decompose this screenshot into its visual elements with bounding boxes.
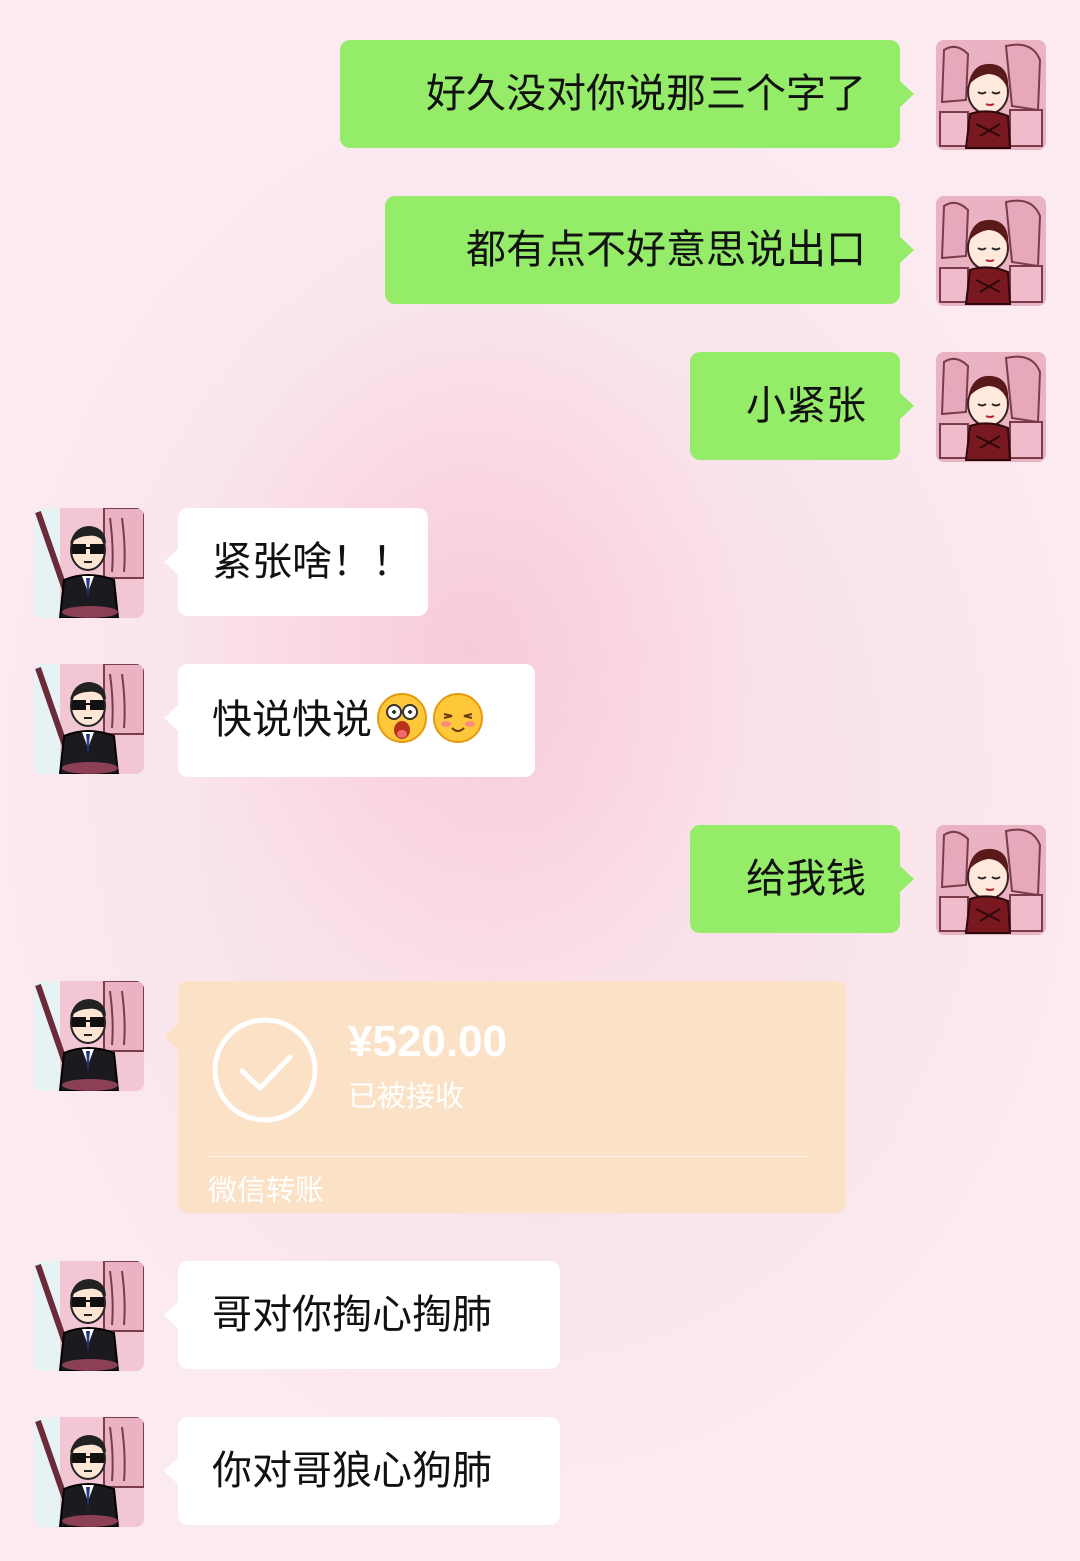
message-bubble-9[interactable]: 你对哥狼心狗肺: [164, 1417, 560, 1525]
message-text: 快说快说: [212, 697, 372, 743]
check-circle-icon: [212, 1017, 318, 1123]
contact-avatar[interactable]: [34, 508, 144, 618]
transfer-status: 已被接收: [348, 1079, 465, 1113]
my-avatar[interactable]: [936, 40, 1046, 150]
divider: [210, 1156, 810, 1157]
transfer-card[interactable]: ¥520.00 已被接收 微信转账: [164, 981, 846, 1213]
shy-emoji-icon: [433, 693, 483, 743]
surprised-emoji-icon: [377, 693, 427, 743]
message-bubble-5[interactable]: 快说快说: [164, 664, 535, 777]
message-bubble-2[interactable]: 都有点不好意思说出口: [385, 196, 914, 304]
contact-avatar[interactable]: [34, 981, 144, 1091]
message-bubble-3[interactable]: 小紧张: [690, 352, 914, 460]
message-bubble-8[interactable]: 哥对你掏心掏肺: [164, 1261, 560, 1369]
transfer-amount: ¥520.00: [348, 1017, 508, 1066]
contact-avatar[interactable]: [34, 1417, 144, 1527]
contact-avatar[interactable]: [34, 664, 144, 774]
message-bubble-1[interactable]: 好久没对你说那三个字了: [340, 40, 914, 148]
contact-avatar[interactable]: [34, 1261, 144, 1371]
message-bubble-6[interactable]: 给我钱: [690, 825, 914, 933]
message-bubble-4[interactable]: 紧张啥！！: [164, 508, 428, 616]
my-avatar[interactable]: [936, 352, 1046, 462]
my-avatar[interactable]: [936, 196, 1046, 306]
transfer-footer: 微信转账: [208, 1173, 325, 1207]
my-avatar[interactable]: [936, 825, 1046, 935]
